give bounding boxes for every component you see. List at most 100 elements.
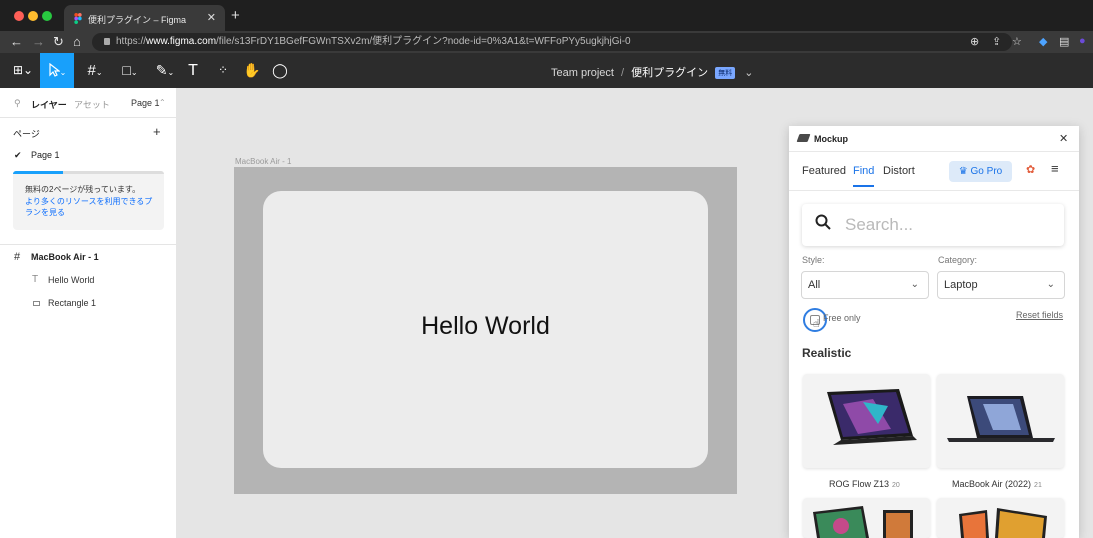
layer-label: Rectangle 1 [48,298,97,308]
mockup-card-macbook-air[interactable] [937,374,1064,468]
comment-tool-button[interactable]: ◯ [264,53,296,88]
tab-featured[interactable]: Featured [802,165,846,177]
chevron-down-icon: ⌄ [910,279,919,290]
notice-link[interactable]: より多くのリソースを利用できるプランを見る [25,196,159,218]
sidebar-icon[interactable]: ▤ [1059,35,1069,48]
forward-icon[interactable]: → [32,34,45,49]
tablet-mockup-image [827,389,917,445]
plan-badge: 無料 [715,67,736,79]
layers-panel: ⚲ レイヤー アセット Page 1 ⌃ ページ + ✔ Page 1 無料の2… [0,88,177,538]
card-name: ROG Flow Z13 [829,479,890,489]
chevron-down-icon: ⌄ [1046,279,1055,290]
crown-icon: ♛ [958,166,968,177]
profile-avatar[interactable]: ● [1079,35,1086,47]
file-breadcrumb[interactable]: Team project / 便利プラグイン 無料 ⌄ [551,64,754,80]
free-only-label[interactable]: Free only [823,313,861,323]
home-icon[interactable]: ⌂ [73,34,81,49]
page-item[interactable]: ✔ Page 1 [0,150,177,164]
project-name: Team project [551,67,614,79]
text-tool-button[interactable]: T [178,53,208,88]
url-domain: www.figma.com [146,36,217,47]
hand-cursor-icon: ☝ [813,318,820,330]
frame-label[interactable]: MacBook Air - 1 [235,157,291,166]
pages-heading: ページ [13,129,40,139]
pages-progress-fill [13,171,63,174]
chevron-up-icon[interactable]: ⌃ [159,98,166,107]
add-page-button[interactable]: + [153,124,161,139]
close-window-dot[interactable] [14,11,24,21]
divider [0,244,177,245]
mockup-card-rog-flow[interactable] [803,374,930,468]
back-icon[interactable]: ← [10,34,23,49]
search-icon[interactable]: ⚲ [14,98,21,109]
style-select[interactable]: All ⌄ [801,271,929,299]
rectangle-layer-icon [33,301,40,306]
card-name: MacBook Air (2022) [952,479,1032,489]
chevron-down-icon[interactable]: ⌄ [744,67,753,79]
file-name: 便利プラグイン [631,67,709,79]
tab-layers[interactable]: レイヤー [31,98,67,111]
share-icon[interactable]: ⇪ [992,35,1001,48]
divider [0,117,177,118]
macbook-air-frame[interactable]: Hello World [234,167,737,494]
section-heading: Realistic [802,346,852,360]
browser-tab-bar: 便利プラグイン – Figma ✕ + [0,0,1093,31]
gift-icon[interactable]: ✿ [1026,163,1035,176]
category-value: Laptop [944,279,978,291]
move-tool-button[interactable]: ⌄ [40,53,74,88]
mockup-logo-icon [796,134,811,142]
search-placeholder: Search... [845,215,914,234]
search-input[interactable]: Search... [802,204,1064,246]
minimize-window-dot[interactable] [28,11,38,21]
rectangle-layer[interactable]: Hello World [263,191,708,468]
hamburger-menu-icon[interactable]: ≡ [1051,161,1059,176]
pen-tool-button[interactable]: ✎⌄ [150,53,180,88]
shape-tool-button[interactable]: □⌄ [115,53,145,88]
zoom-icon[interactable]: ⊕ [970,35,979,48]
mockup-card-tablets[interactable] [803,498,930,538]
new-tab-button[interactable]: + [231,7,240,24]
card-label: MacBook Air (2022) 21 [952,479,1042,489]
device-group-image [959,508,1047,538]
cursor-icon [49,62,61,77]
figma-toolbar: ⊞⌄ ⌄ #⌄ □⌄ ✎⌄ T ⁘ ✋ ◯ Team project / 便利プ… [0,53,1093,88]
page-selector[interactable]: Page 1 [131,98,160,108]
card-count: 20 [892,482,900,489]
browser-tab[interactable]: 便利プラグイン – Figma ✕ [64,5,225,31]
reload-icon[interactable]: ↻ [53,34,64,50]
mockup-card-devices[interactable] [937,498,1064,538]
resources-tool-button[interactable]: ⁘ [208,53,238,88]
hello-world-text[interactable]: Hello World [263,312,708,341]
tab-distort[interactable]: Distort [883,165,915,177]
extension-icon[interactable]: ◆ [1039,35,1047,48]
category-label: Category: [938,255,978,265]
close-plugin-button[interactable]: ✕ [1059,132,1068,145]
mockup-plugin-panel: Mockup ✕ Featured Find Distort ♛ Go Pro … [789,126,1079,538]
tab-assets[interactable]: アセット [74,98,110,111]
category-select[interactable]: Laptop ⌄ [937,271,1065,299]
breadcrumb-separator: / [621,67,625,79]
pages-progress-bar [13,171,164,174]
page-item-label: Page 1 [31,150,60,160]
close-tab-icon[interactable]: ✕ [207,11,216,24]
url-prefix: https:// [116,36,147,47]
notice-title: 無料の2ページが残っています。 [25,185,141,194]
frame-icon: # [14,251,21,263]
go-pro-label: Go Pro [970,166,1003,177]
laptop-mockup-image [947,396,1055,442]
zoom-window-dot[interactable] [42,11,52,21]
layer-row-text[interactable]: T Hello World [0,274,177,289]
bookmark-star-icon[interactable]: ☆ [1012,35,1022,48]
reset-fields-link[interactable]: Reset fields [1016,310,1063,320]
search-icon [815,214,831,230]
frame-tool-button[interactable]: #⌄ [80,53,110,88]
card-count: 21 [1034,482,1042,489]
text-layer-icon: T [32,274,39,285]
url-input[interactable]: https://www.figma.com/file/s13FrDY1BGefF… [92,33,1012,51]
go-pro-button[interactable]: ♛ Go Pro [949,161,1012,182]
main-menu-button[interactable]: ⊞⌄ [6,53,40,88]
layer-row-rectangle[interactable]: Rectangle 1 [0,298,177,312]
layer-row-frame[interactable]: # MacBook Air - 1 [0,251,177,266]
plugin-title: Mockup [814,134,849,144]
tab-find[interactable]: Find [853,165,875,187]
